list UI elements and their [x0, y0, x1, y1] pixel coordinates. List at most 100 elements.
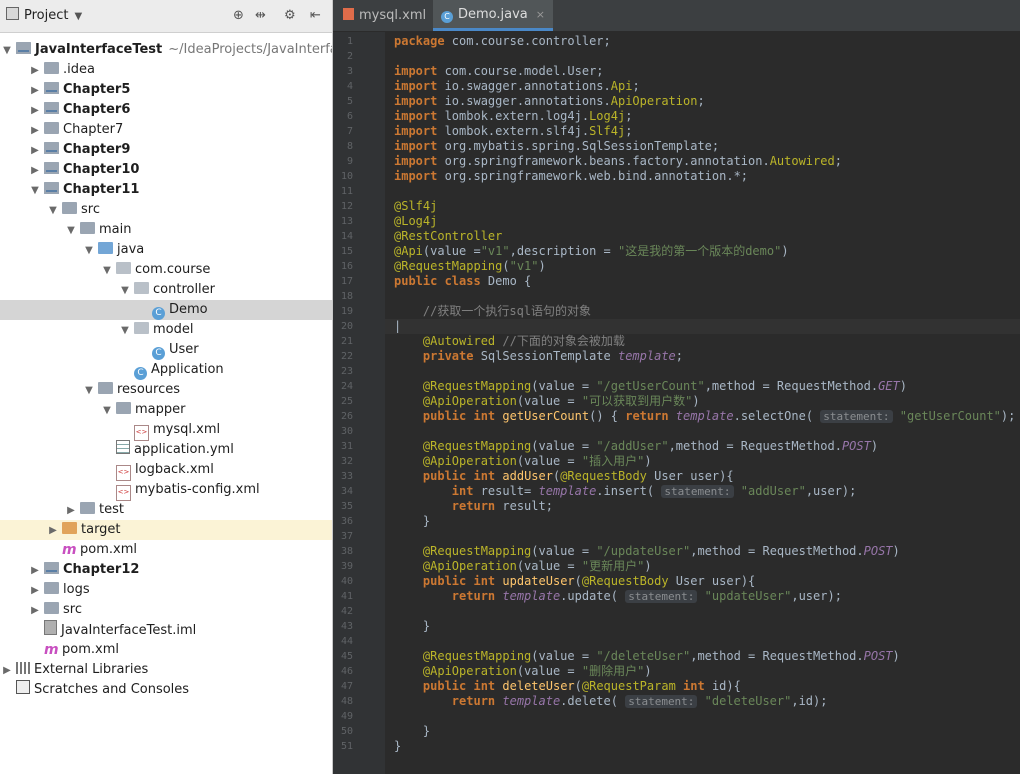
code-line[interactable] [385, 709, 1020, 724]
project-view-selector[interactable]: Project ▼ [6, 7, 82, 23]
code-line[interactable]: import lombok.extern.log4j.Log4j; [385, 109, 1020, 124]
tree-item[interactable]: ▼ model [0, 320, 332, 341]
tree-item[interactable]: Scratches and Consoles [0, 680, 332, 700]
code-line[interactable]: @Autowired //下面的对象会被加载 [385, 334, 1020, 349]
tree-item[interactable]: ▶ target [0, 520, 332, 540]
code-line[interactable]: @RequestMapping("v1") [385, 259, 1020, 274]
tree-item[interactable]: ▶ Chapter5 [0, 80, 332, 101]
expand-arrow-icon[interactable]: ▶ [28, 121, 42, 141]
code-line[interactable]: public int updateUser(@RequestBody User … [385, 574, 1020, 589]
code-line[interactable]: import com.course.model.User; [385, 64, 1020, 79]
tree-item[interactable]: m pom.xml [0, 540, 332, 560]
tree-item[interactable]: ▼ com.course [0, 260, 332, 281]
expand-arrow-icon[interactable]: ▼ [82, 381, 96, 401]
code-line[interactable]: int result= template.insert( statement: … [385, 484, 1020, 499]
expand-arrow-icon[interactable]: ▶ [28, 141, 42, 161]
tree-item[interactable]: JavaInterfaceTest.iml [0, 620, 332, 640]
tree-item[interactable]: ▶ test [0, 500, 332, 521]
tree-item[interactable]: ▼ mapper [0, 400, 332, 421]
tree-item[interactable]: application.yml [0, 440, 332, 460]
code-line[interactable]: } [385, 724, 1020, 739]
gear-icon[interactable]: ⚙ [284, 8, 296, 23]
code-line[interactable] [385, 634, 1020, 649]
tree-item[interactable]: ▶ Chapter6 [0, 100, 332, 121]
code-line[interactable]: } [385, 514, 1020, 529]
expand-arrow-icon[interactable]: ▶ [28, 101, 42, 121]
tree-item[interactable]: ▼ controller [0, 280, 332, 301]
code-line[interactable]: @Api(value ="v1",description = "这是我的第一个版… [385, 244, 1020, 259]
tree-item[interactable]: m pom.xml [0, 640, 332, 660]
code-line[interactable] [385, 289, 1020, 304]
tree-item[interactable]: C Demo [0, 300, 332, 320]
code-line[interactable]: @Slf4j [385, 199, 1020, 214]
tree-item[interactable]: ▼ resources [0, 380, 332, 401]
code-line[interactable]: public class Demo { [385, 274, 1020, 289]
tree-item[interactable]: ▶ logs [0, 580, 332, 601]
code-line[interactable] [385, 754, 1020, 769]
tree-item[interactable]: <> logback.xml [0, 460, 332, 481]
tree-item[interactable]: ▼ main [0, 220, 332, 241]
expand-arrow-icon[interactable]: ▼ [0, 41, 14, 61]
tree-item[interactable]: ▶ External Libraries [0, 660, 332, 680]
tree-item[interactable]: ▶ Chapter9 [0, 140, 332, 161]
code-line[interactable]: @ApiOperation(value = "删除用户") [385, 664, 1020, 679]
code-line[interactable] [385, 49, 1020, 64]
code-line[interactable]: return result; [385, 499, 1020, 514]
code-line[interactable]: @ApiOperation(value = "可以获取到用户数") [385, 394, 1020, 409]
tree-item[interactable]: ▼ Chapter11 [0, 180, 332, 201]
code-line[interactable]: @RestController [385, 229, 1020, 244]
tree-item[interactable]: C Application [0, 360, 332, 380]
expand-arrow-icon[interactable]: ▼ [100, 261, 114, 281]
code-line[interactable] [385, 184, 1020, 199]
code-line[interactable]: | [385, 319, 1020, 334]
code-line[interactable]: import lombok.extern.slf4j.Slf4j; [385, 124, 1020, 139]
expand-arrow-icon[interactable]: ▶ [28, 581, 42, 601]
code-line[interactable]: @ApiOperation(value = "插入用户") [385, 454, 1020, 469]
expand-arrow-icon[interactable]: ▶ [64, 501, 78, 521]
expand-arrow-icon[interactable]: ▶ [0, 661, 14, 681]
tree-item[interactable]: <> mysql.xml [0, 420, 332, 441]
tree-item[interactable]: <> mybatis-config.xml [0, 480, 332, 501]
editor-tab[interactable]: C Demo.java × [433, 0, 553, 31]
expand-arrow-icon[interactable]: ▶ [28, 81, 42, 101]
expand-arrow-icon[interactable]: ▶ [28, 561, 42, 581]
hide-panel-icon[interactable]: ⇤ [310, 8, 321, 23]
tree-item[interactable]: ▶ Chapter10 [0, 160, 332, 180]
expand-arrow-icon[interactable]: ▼ [28, 181, 42, 201]
code-line[interactable]: import org.springframework.web.bind.anno… [385, 169, 1020, 184]
expand-arrow-icon[interactable]: ▶ [28, 601, 42, 621]
code-line[interactable]: import io.swagger.annotations.ApiOperati… [385, 94, 1020, 109]
code-line[interactable]: return template.update( statement: "upda… [385, 589, 1020, 604]
tree-item[interactable]: ▼ JavaInterfaceTest ~/IdeaProjects/JavaInt… [0, 40, 332, 60]
code-line[interactable]: } [385, 739, 1020, 754]
collapse-all-icon[interactable]: ⇹ [255, 8, 266, 23]
tree-item[interactable]: C User [0, 340, 332, 360]
expand-arrow-icon[interactable]: ▼ [82, 241, 96, 261]
code-line[interactable] [385, 604, 1020, 619]
code-line[interactable]: @RequestMapping(value = "/deleteUser",me… [385, 649, 1020, 664]
code-line[interactable]: public int getUserCount() { return templ… [385, 409, 1020, 424]
code-line[interactable]: @ApiOperation(value = "更新用户") [385, 559, 1020, 574]
code-line[interactable]: package com.course.controller; [385, 34, 1020, 49]
code-line[interactable]: import org.springframework.beans.factory… [385, 154, 1020, 169]
code-line[interactable]: import io.swagger.annotations.Api; [385, 79, 1020, 94]
code-line[interactable]: @Log4j [385, 214, 1020, 229]
code-area[interactable]: package com.course.controller; import com… [385, 32, 1020, 774]
code-line[interactable]: public int deleteUser(@RequestParam int … [385, 679, 1020, 694]
close-tab-icon[interactable]: × [536, 8, 545, 21]
code-line[interactable]: //获取一个执行sql语句的对象 [385, 304, 1020, 319]
expand-arrow-icon[interactable]: ▼ [46, 201, 60, 221]
code-line[interactable]: @RequestMapping(value = "/addUser",metho… [385, 439, 1020, 454]
expand-arrow-icon[interactable]: ▼ [118, 321, 132, 341]
tree-item[interactable]: ▶ Chapter12 [0, 560, 332, 581]
code-line[interactable]: @RequestMapping(value = "/updateUser",me… [385, 544, 1020, 559]
tree-item[interactable]: ▼ src [0, 200, 332, 221]
code-line[interactable]: private SqlSessionTemplate template; [385, 349, 1020, 364]
expand-arrow-icon[interactable]: ▼ [118, 281, 132, 301]
locate-icon[interactable]: ⊕ [233, 8, 244, 23]
code-line[interactable] [385, 364, 1020, 379]
code-line[interactable]: return template.delete( statement: "dele… [385, 694, 1020, 709]
tree-item[interactable]: ▶ src [0, 600, 332, 621]
expand-arrow-icon[interactable]: ▼ [100, 401, 114, 421]
expand-arrow-icon[interactable]: ▼ [64, 221, 78, 241]
